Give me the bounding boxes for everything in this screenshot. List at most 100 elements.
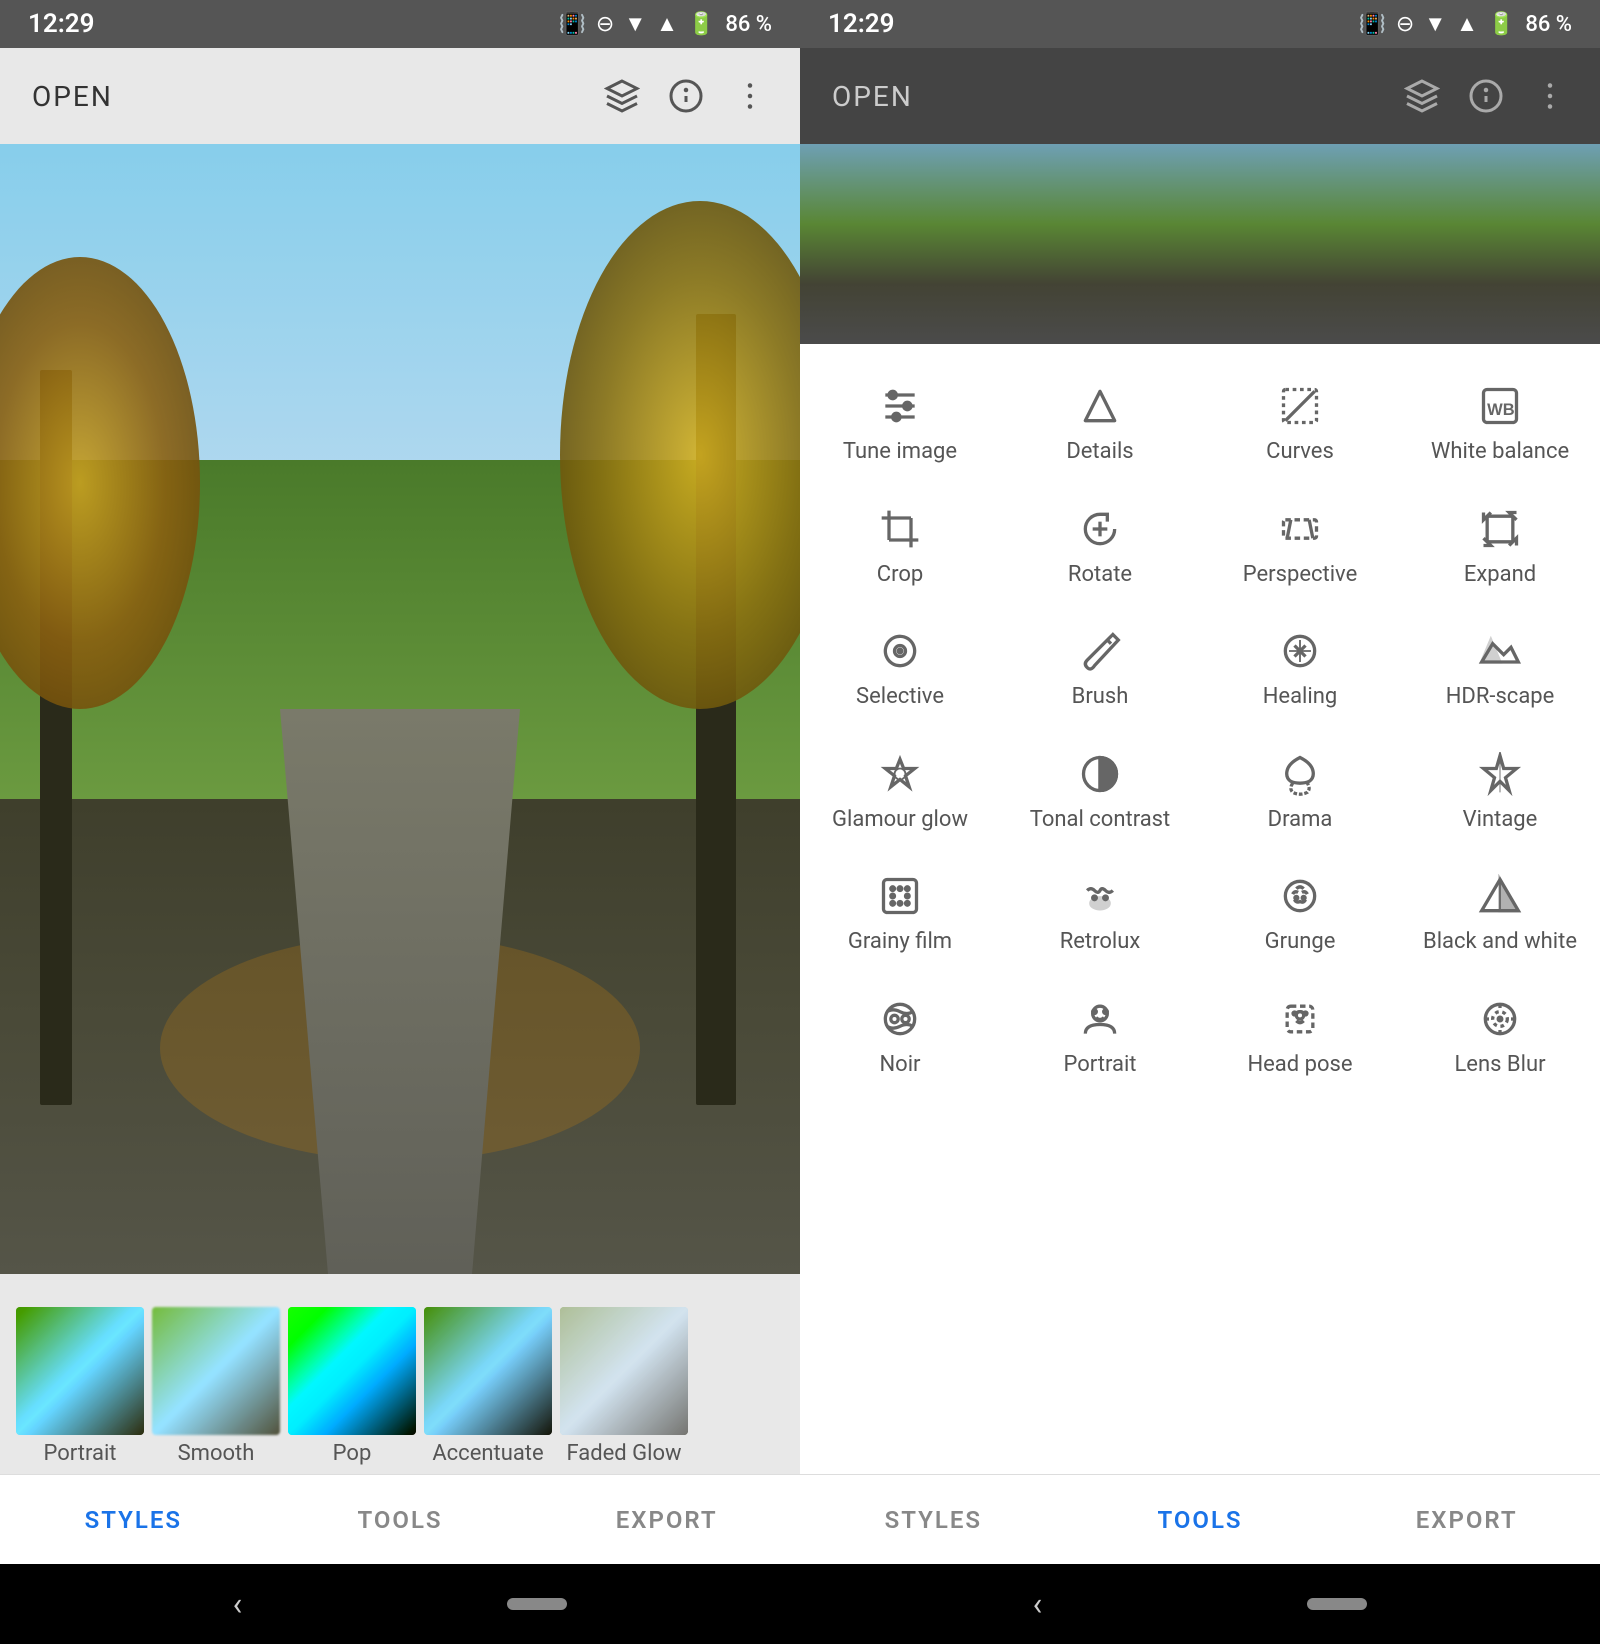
bw-icon [1478,874,1522,918]
lensblur-icon [1478,997,1522,1041]
tool-label-tonal-contrast: Tonal contrast [1030,806,1171,835]
right-nav-styles[interactable]: STYLES [800,1506,1067,1534]
vibrate-icon-r: 📳 [1359,12,1386,37]
tool-curves[interactable]: Curves [1200,364,1400,487]
tool-hdr-scape[interactable]: HDR-scape [1400,609,1600,732]
tool-white-balance[interactable]: WB White balance [1400,364,1600,487]
left-nav-styles[interactable]: STYLES [0,1506,267,1534]
tool-glamour-glow[interactable]: Glamour glow [800,732,1000,855]
tool-rotate[interactable]: Rotate [1000,487,1200,610]
right-nav-export[interactable]: EXPORT [1333,1506,1600,1534]
tool-lens-blur[interactable]: Lens Blur [1400,977,1600,1100]
tool-perspective[interactable]: Perspective [1200,487,1400,610]
status-bar-right: 12:29 📳 ⊖ ▼ ▲ 🔋 86 % [800,9,1600,39]
tool-grunge[interactable]: Grunge [1200,854,1400,977]
status-bar-left: 12:29 📳 ⊖ ▼ ▲ 🔋 86 % [0,9,800,39]
tool-label-vintage: Vintage [1463,806,1538,835]
left-nav-tools[interactable]: TOOLS [267,1506,534,1534]
style-thumb-smooth [152,1307,280,1435]
left-more-icon[interactable] [732,78,768,114]
tools-row-0: Tune image Details [800,364,1600,487]
tool-healing[interactable]: Healing [1200,609,1400,732]
tool-crop[interactable]: Crop [800,487,1000,610]
tool-noir[interactable]: Noir [800,977,1000,1100]
right-image-strip [800,144,1600,344]
style-smooth[interactable]: Smooth [152,1307,280,1466]
tool-tune-image[interactable]: Tune image [800,364,1000,487]
right-bottom-nav-items: STYLES TOOLS EXPORT [800,1506,1600,1534]
tool-label-selective: Selective [856,683,944,712]
tool-black-white[interactable]: Black and white [1400,854,1600,977]
left-layers-icon[interactable] [604,78,640,114]
right-time: 12:29 [828,9,895,39]
tool-portrait-tool[interactable]: Portrait [1000,977,1200,1100]
svg-text:WB: WB [1487,401,1515,419]
back-button-left[interactable]: ‹ [233,1585,243,1623]
hdr-icon [1478,629,1522,673]
tool-tonal-contrast[interactable]: Tonal contrast [1000,732,1200,855]
left-nav-export[interactable]: EXPORT [533,1506,800,1534]
tool-label-drama: Drama [1268,806,1333,835]
tool-retrolux[interactable]: Retrolux [1000,854,1200,977]
style-label-portrait: Portrait [43,1441,116,1466]
tool-brush[interactable]: Brush [1000,609,1200,732]
tool-grainy-film[interactable]: Grainy film [800,854,1000,977]
system-bar-left: ‹ [0,1585,800,1623]
right-app-bar-right [1404,78,1568,114]
rotate-icon [1078,507,1122,551]
battery-icon-r: 🔋 [1488,12,1515,37]
selective-icon [878,629,922,673]
right-more-icon[interactable] [1532,78,1568,114]
tools-row-3: Glamour glow Tonal contrast [800,732,1600,855]
drama-icon [1278,752,1322,796]
vibrate-icon: 📳 [559,12,586,37]
noir-icon [878,997,922,1041]
style-portrait[interactable]: Portrait [16,1307,144,1466]
style-accentuate[interactable]: Accentuate [424,1307,552,1466]
style-label-accentuate: Accentuate [432,1441,543,1466]
tool-expand[interactable]: Expand [1400,487,1600,610]
tool-label-portrait-tool: Portrait [1063,1051,1136,1080]
tool-label-rotate: Rotate [1068,561,1132,590]
styles-strip: Portrait Smooth Pop Accentuate [0,1274,800,1474]
tool-label-healing: Healing [1263,683,1338,712]
style-thumb-portrait [16,1307,144,1435]
right-info-icon[interactable] [1468,78,1504,114]
left-info-icon[interactable] [668,78,704,114]
style-pop[interactable]: Pop [288,1307,416,1466]
home-button-left[interactable] [507,1598,567,1610]
tool-vintage[interactable]: Vintage [1400,732,1600,855]
back-button-right[interactable]: ‹ [1033,1585,1043,1623]
tool-label-glamour-glow: Glamour glow [832,806,968,835]
tool-selective[interactable]: Selective [800,609,1000,732]
tool-label-lens-blur: Lens Blur [1454,1051,1545,1080]
style-label-smooth: Smooth [178,1441,255,1466]
brush-icon [1078,629,1122,673]
vintage-icon [1478,752,1522,796]
signal-icon-r: ▲ [1456,11,1478,37]
style-label-faded-glow: Faded Glow [566,1441,681,1466]
right-layers-icon[interactable] [1404,78,1440,114]
grunge-icon [1278,874,1322,918]
style-thumb-faded [560,1307,688,1435]
right-nav-tools[interactable]: TOOLS [1067,1506,1334,1534]
tool-label-curves: Curves [1266,438,1334,467]
tool-label-expand: Expand [1464,561,1536,590]
retrolux-icon [1078,874,1122,918]
main-panels: OPEN [0,48,1600,1564]
grain-icon [878,874,922,918]
tool-label-tune-image: Tune image [843,438,957,467]
curves-icon [1278,384,1322,428]
battery-icon: 🔋 [688,12,715,37]
style-faded-glow[interactable]: Faded Glow [560,1307,688,1466]
tools-grid: Tune image Details [800,344,1600,1474]
home-button-right[interactable] [1307,1598,1367,1610]
right-app-title: OPEN [832,80,913,113]
right-image-area [800,144,1600,344]
tool-details[interactable]: Details [1000,364,1200,487]
tools-row-5: Noir Portrait [800,977,1600,1100]
tool-head-pose[interactable]: Head pose [1200,977,1400,1100]
status-bar: 12:29 📳 ⊖ ▼ ▲ 🔋 86 % 12:29 📳 ⊖ ▼ ▲ 🔋 86 … [0,0,1600,48]
tool-drama[interactable]: Drama [1200,732,1400,855]
battery-percent: 86 % [725,12,772,37]
